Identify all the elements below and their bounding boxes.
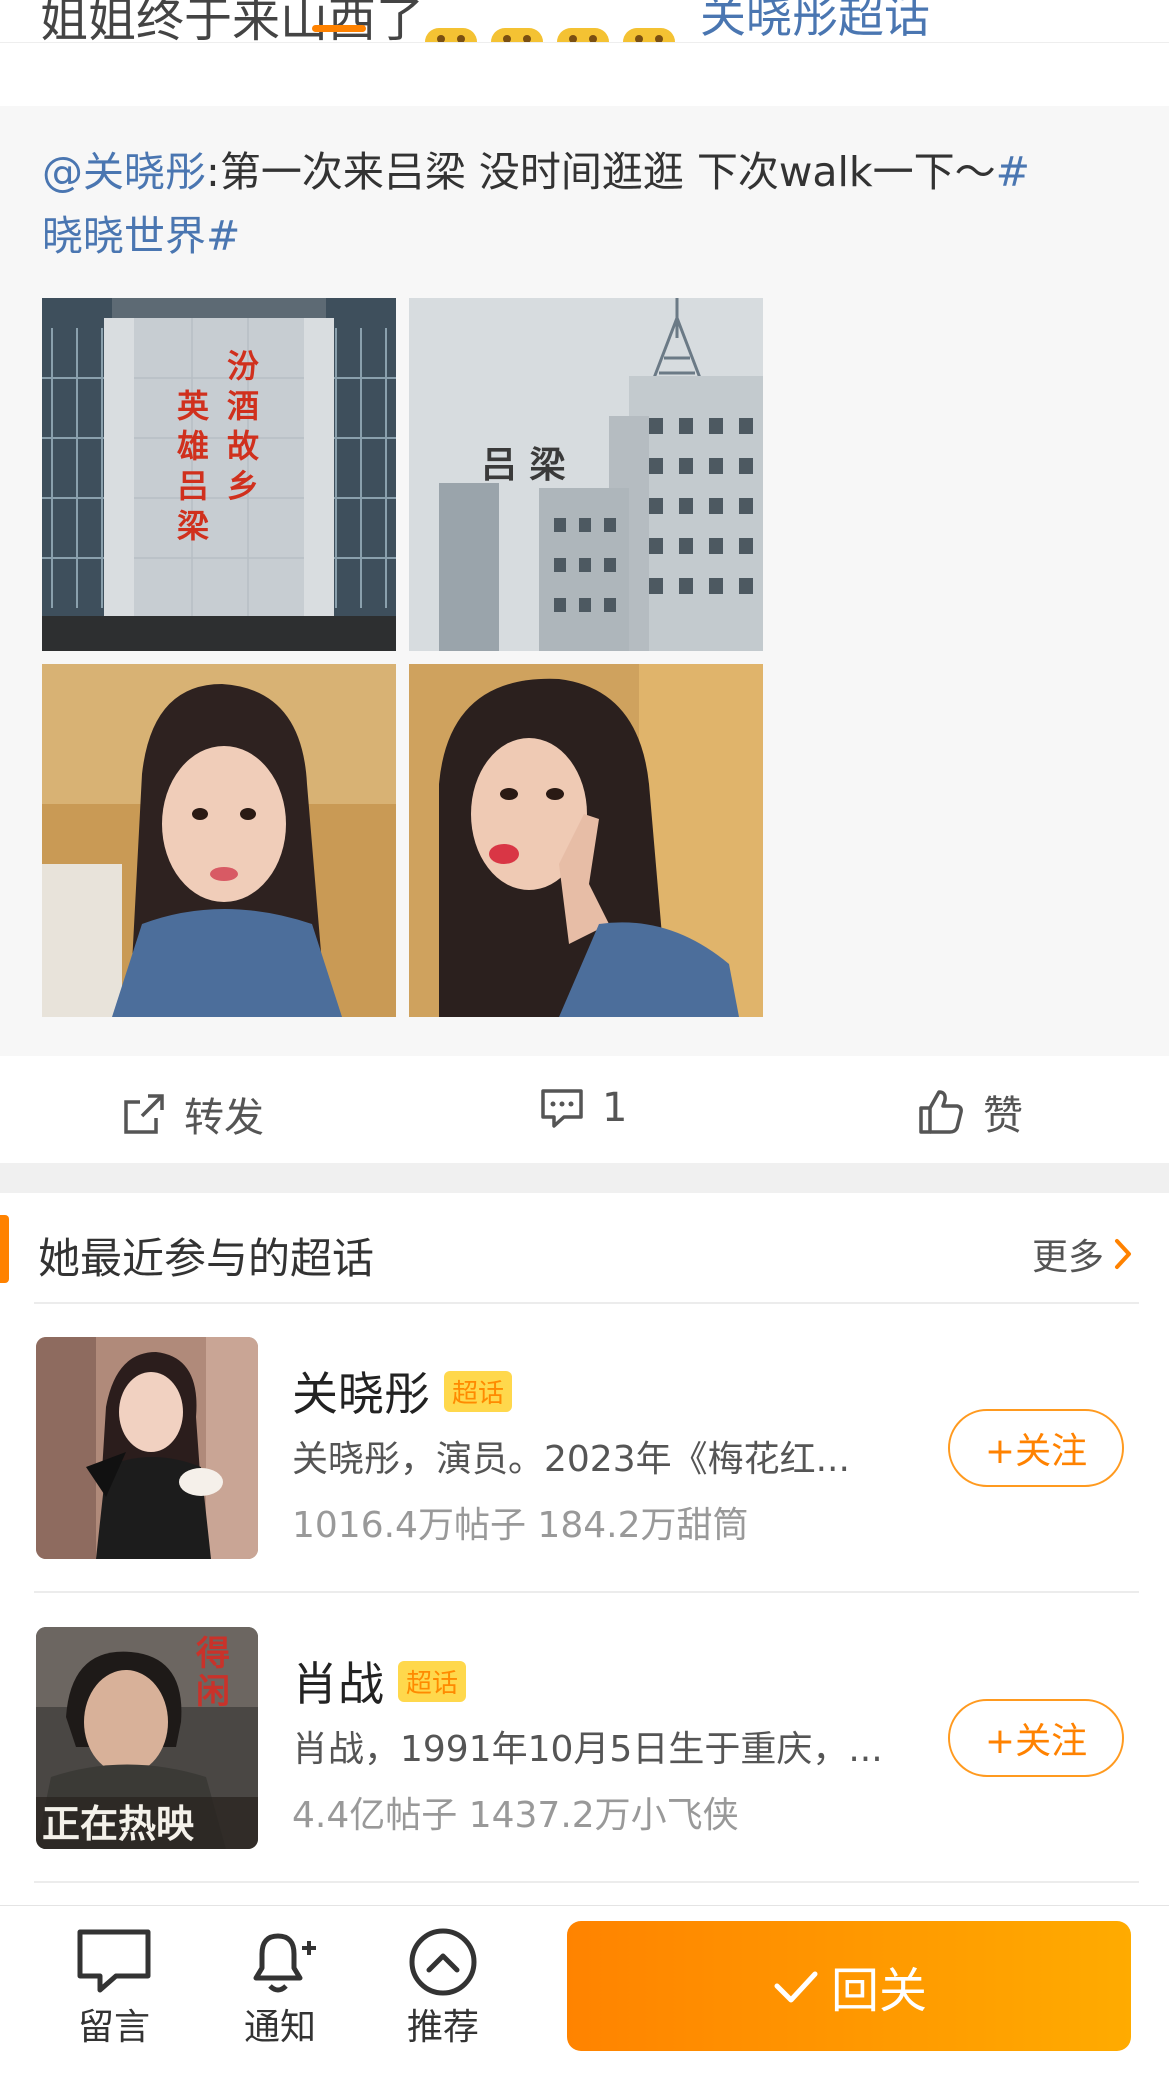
recommend-button[interactable]: 推荐	[403, 1926, 483, 2050]
recommend-label: 推荐	[406, 2007, 479, 2048]
retweet-text: @关晓彤:第一次来吕梁 没时间逛逛 下次walk一下～# 晓晓世界#	[42, 140, 1132, 268]
clipped-post-header: 姐姐终于来山西了 关晓彤超话	[0, 0, 1169, 43]
follow-button[interactable]: +关注	[948, 1699, 1124, 1777]
retweet-body: :第一次来吕梁 没时间逛逛 下次walk一下～	[206, 148, 996, 196]
chevron-right-icon	[1115, 1239, 1132, 1269]
super-topic-badge: 超话	[444, 1371, 513, 1412]
follow-back-button[interactable]: 回关	[567, 1921, 1131, 2051]
section-accent-bar	[0, 1215, 9, 1283]
topic-stats: 1016.4万帖子 184.2万甜筒	[292, 1505, 749, 1546]
hashtag-link[interactable]: 晓晓世界#	[42, 212, 240, 260]
repost-button[interactable]: 转发	[122, 1085, 264, 1143]
repost-icon	[124, 1094, 164, 1134]
chevron-up-circle-icon	[409, 1928, 477, 1996]
emoji-icon	[491, 28, 543, 42]
follow-back-label: 回关	[830, 1963, 927, 2019]
comment-count: 1	[602, 1085, 628, 1131]
post-text-clipped: 姐姐终于来山西了	[40, 0, 425, 43]
bell-plus-icon	[253, 1933, 316, 1993]
building-sign: 吕 梁	[481, 445, 566, 486]
emoji-icon	[425, 28, 477, 42]
photo-selfie-1[interactable]	[42, 664, 396, 1017]
topic-thumbnail[interactable]: 得闲 正在热映	[36, 1627, 258, 1849]
message-icon	[77, 1929, 151, 1993]
photo-selfie-2[interactable]	[409, 664, 763, 1017]
section-title: 她最近参与的超话	[38, 1234, 375, 1283]
topic-thumbnail[interactable]	[36, 1337, 258, 1559]
like-label: 赞	[983, 1093, 1023, 1139]
poster-title-text: 得闲	[196, 1634, 230, 1712]
photo-lvliang-tower[interactable]: 吕 梁	[409, 298, 763, 651]
notify-label: 通知	[243, 2007, 316, 2048]
mention-link[interactable]: @关晓彤	[42, 148, 206, 196]
topic-description: 肖战，1991年10月5日生于重庆，...	[292, 1729, 883, 1770]
comment-icon	[541, 1089, 583, 1128]
check-icon	[774, 1971, 818, 2003]
poster-caption-text: 正在热映	[42, 1801, 195, 1846]
repost-label: 转发	[184, 1095, 264, 1141]
emoji-icon	[623, 28, 675, 42]
topic-name: 肖战	[292, 1657, 384, 1711]
topic-stats: 4.4亿帖子 1437.2万小飞侠	[292, 1795, 739, 1836]
thumbs-up-icon	[919, 1090, 963, 1134]
more-link[interactable]: 更多	[1032, 1228, 1134, 1280]
topic-name-row: 肖战 超话	[292, 1648, 467, 1714]
notify-button[interactable]: 通知	[240, 1926, 320, 2050]
emoji-icon	[557, 28, 609, 42]
topic-name: 关晓彤	[292, 1367, 430, 1421]
message-label: 留言	[77, 2007, 150, 2048]
section-separator	[0, 1163, 1169, 1193]
like-button[interactable]: 赞	[917, 1083, 1023, 1141]
message-button[interactable]: 留言	[74, 1926, 154, 2050]
slogan-right: 汾酒故乡	[227, 347, 260, 505]
tab-indicator	[312, 25, 366, 32]
slogan-left: 英雄吕梁	[177, 387, 210, 545]
follow-button[interactable]: +关注	[948, 1409, 1124, 1487]
topic-name-row: 关晓彤 超话	[292, 1358, 513, 1424]
divider	[34, 1881, 1139, 1883]
hashtag-start[interactable]: #	[996, 148, 1030, 196]
post-action-bar: 转发 1 赞	[0, 1057, 1169, 1163]
more-label: 更多	[1032, 1237, 1105, 1278]
super-topic-badge: 超话	[398, 1661, 467, 1702]
photo-building-slogan[interactable]: 汾酒故乡 英雄吕梁	[42, 298, 396, 651]
super-topic-link[interactable]: 关晓彤超话	[700, 0, 930, 42]
topic-description: 关晓彤，演员。2023年《梅花红...	[292, 1439, 850, 1480]
comment-button[interactable]: 1	[540, 1085, 627, 1131]
emoji-row	[425, 28, 689, 42]
